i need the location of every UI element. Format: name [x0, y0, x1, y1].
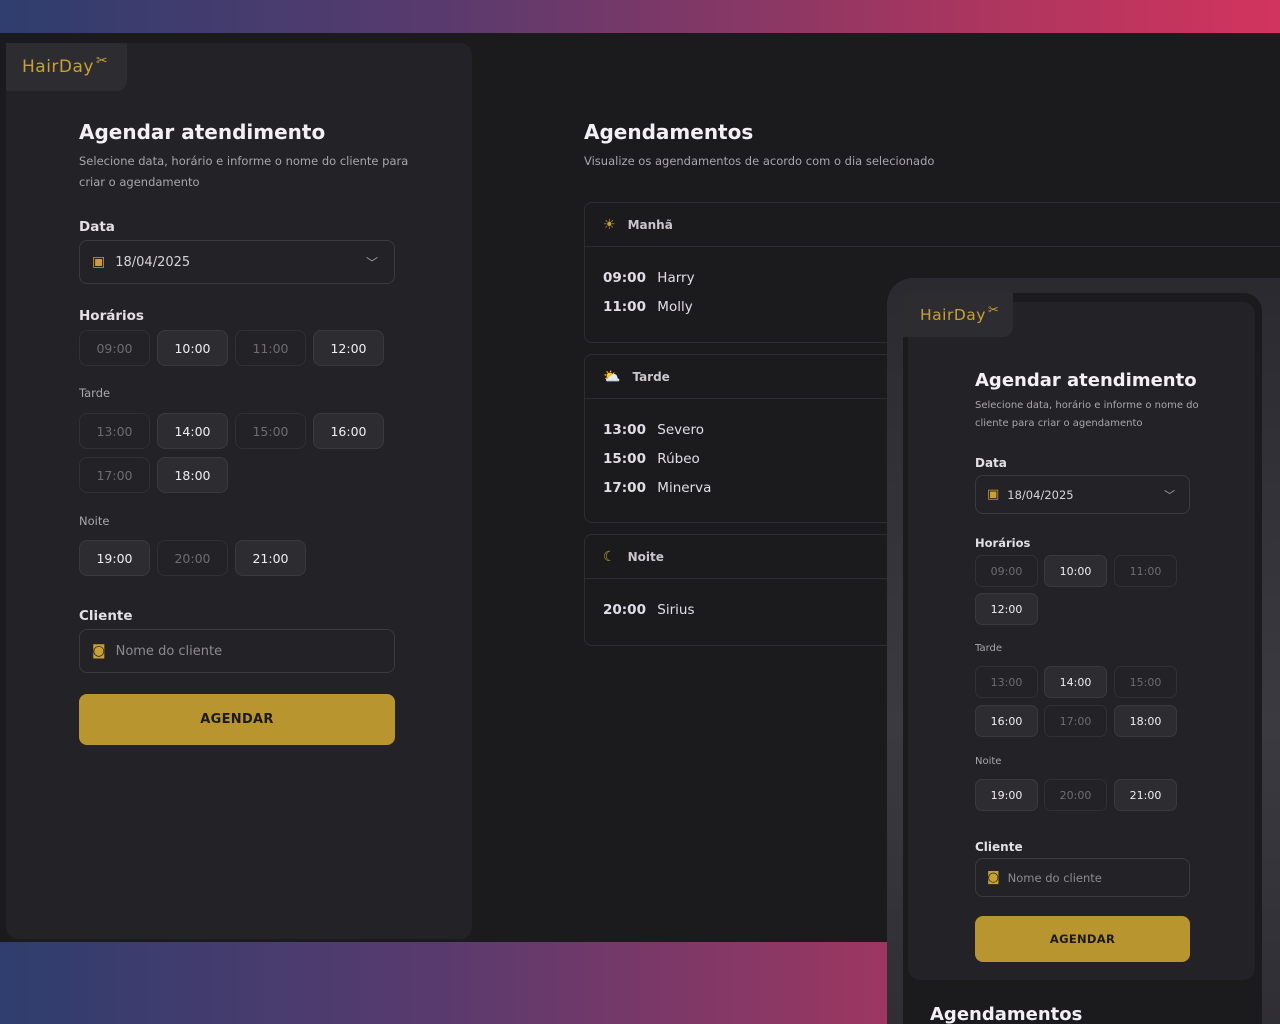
mobile-form-title: Agendar atendimento	[975, 370, 1197, 391]
appointment-row[interactable]: 17:00 Minerva	[603, 480, 711, 496]
mobile-afternoon-label: Tarde	[975, 643, 1003, 654]
mobile-date-value: 18/04/2025	[1007, 487, 1074, 502]
appointment-time: 15:00	[603, 451, 646, 467]
mobile-brand-name: HairDay	[920, 306, 986, 324]
date-picker[interactable]: ▣ 18/04/2025 ﹀	[79, 240, 395, 284]
period-morning-header: ☀ Manhã	[585, 203, 1280, 247]
mobile-client-name-input[interactable]: ◙ Nome do cliente	[975, 858, 1190, 897]
appointment-time: 11:00	[603, 299, 646, 315]
form-subtitle-line1: Selecione data, horário e informe o nome…	[79, 154, 409, 168]
user-square-icon: ◙	[987, 870, 1000, 885]
appointment-row[interactable]: 20:00 Sirius	[603, 602, 695, 618]
mobile-slot-1700[interactable]: 17:00	[1044, 705, 1107, 737]
form-subtitle-line2: criar o agendamento	[79, 175, 200, 189]
mobile-date-label: Data	[975, 456, 1007, 470]
calendar-icon: ▣	[92, 254, 106, 270]
mobile-brand-logo: HairDay ✂	[903, 293, 1013, 337]
mobile-slot-1500[interactable]: 15:00	[1114, 666, 1177, 698]
slot-1900[interactable]: 19:00	[79, 540, 150, 576]
afternoon-label: Tarde	[79, 386, 111, 400]
chevron-down-icon: ﹀	[365, 255, 378, 270]
appointment-time: 09:00	[603, 270, 646, 286]
mobile-slot-2000[interactable]: 20:00	[1044, 779, 1107, 811]
cloud-sun-icon: ⛅	[603, 368, 621, 385]
sunrise-icon: ☀	[603, 216, 616, 233]
mobile-slot-1000[interactable]: 10:00	[1044, 555, 1107, 587]
top-gradient-bar	[0, 0, 1280, 33]
mobile-hours-label: Horários	[975, 536, 1031, 550]
appointment-time: 13:00	[603, 422, 646, 438]
form-title: Agendar atendimento	[79, 120, 326, 144]
slot-1500[interactable]: 15:00	[235, 413, 306, 449]
user-square-icon: ◙	[92, 643, 106, 659]
scissors-icon: ✂	[95, 53, 109, 69]
booking-form-panel: HairDay ✂ Agendar atendimento Selecione …	[6, 43, 472, 939]
mobile-slot-1200[interactable]: 12:00	[975, 593, 1038, 625]
chevron-down-icon: ﹀	[1164, 488, 1175, 502]
mobile-client-label: Cliente	[975, 840, 1023, 854]
appointment-time: 17:00	[603, 480, 646, 496]
mobile-schedule-title: Agendamentos	[930, 1004, 1083, 1024]
date-value: 18/04/2025	[115, 254, 191, 270]
schedule-submit-button[interactable]: AGENDAR	[79, 694, 395, 745]
appointment-client: Molly	[657, 299, 693, 315]
mobile-slot-1300[interactable]: 13:00	[975, 666, 1038, 698]
mobile-schedule-submit-button[interactable]: AGENDAR	[975, 916, 1190, 962]
mobile-slot-1600[interactable]: 16:00	[975, 705, 1038, 737]
slot-1800[interactable]: 18:00	[157, 457, 228, 493]
scissors-icon: ✂	[987, 302, 1000, 318]
slot-1200[interactable]: 12:00	[313, 330, 384, 366]
mobile-client-placeholder: Nome do cliente	[1007, 870, 1102, 885]
night-label: Noite	[79, 514, 110, 528]
schedule-title: Agendamentos	[584, 120, 754, 144]
appointment-client: Sirius	[657, 602, 695, 618]
appointment-row[interactable]: 13:00 Severo	[603, 422, 704, 438]
appointment-client: Minerva	[657, 480, 712, 496]
slot-1700[interactable]: 17:00	[79, 457, 150, 493]
mobile-form-subtitle-line1: Selecione data, horário e informe o nome…	[975, 400, 1199, 411]
appointment-row[interactable]: 09:00 Harry	[603, 270, 695, 286]
brand-logo: HairDay ✂	[6, 43, 127, 91]
mobile-slot-1900[interactable]: 19:00	[975, 779, 1038, 811]
slot-2100[interactable]: 21:00	[235, 540, 306, 576]
mobile-slot-2100[interactable]: 21:00	[1114, 779, 1177, 811]
client-placeholder: Nome do cliente	[115, 643, 223, 659]
slot-0900[interactable]: 09:00	[79, 330, 150, 366]
mobile-slot-1100[interactable]: 11:00	[1114, 555, 1177, 587]
appointment-time: 20:00	[603, 602, 646, 618]
schedule-subtitle: Visualize os agendamentos de acordo com …	[584, 154, 935, 168]
slot-1600[interactable]: 16:00	[313, 413, 384, 449]
brand-name: HairDay	[22, 57, 94, 77]
mobile-slot-1400[interactable]: 14:00	[1044, 666, 1107, 698]
period-night-label: Noite	[627, 549, 664, 564]
moon-icon: ☾	[603, 548, 616, 565]
mobile-slot-0900[interactable]: 09:00	[975, 555, 1038, 587]
mobile-form-subtitle-line2: cliente para criar o agendamento	[975, 418, 1143, 429]
date-label: Data	[79, 219, 115, 235]
slot-1100[interactable]: 11:00	[235, 330, 306, 366]
slot-1400[interactable]: 14:00	[157, 413, 228, 449]
period-morning-label: Manhã	[627, 217, 673, 232]
client-label: Cliente	[79, 608, 133, 624]
mobile-night-label: Noite	[975, 756, 1002, 767]
calendar-icon: ▣	[987, 487, 1000, 502]
period-afternoon-label: Tarde	[632, 369, 670, 384]
appointment-row[interactable]: 11:00 Molly	[603, 299, 693, 315]
client-name-input[interactable]: ◙ Nome do cliente	[79, 629, 395, 673]
appointment-row[interactable]: 15:00 Rúbeo	[603, 451, 700, 467]
appointment-client: Harry	[657, 270, 695, 286]
mobile-date-picker[interactable]: ▣ 18/04/2025 ﹀	[975, 475, 1190, 514]
slot-2000[interactable]: 20:00	[157, 540, 228, 576]
slot-1000[interactable]: 10:00	[157, 330, 228, 366]
mobile-slot-1800[interactable]: 18:00	[1114, 705, 1177, 737]
hours-label: Horários	[79, 308, 144, 324]
slot-1300[interactable]: 13:00	[79, 413, 150, 449]
appointment-client: Severo	[657, 422, 704, 438]
appointment-client: Rúbeo	[657, 451, 700, 467]
